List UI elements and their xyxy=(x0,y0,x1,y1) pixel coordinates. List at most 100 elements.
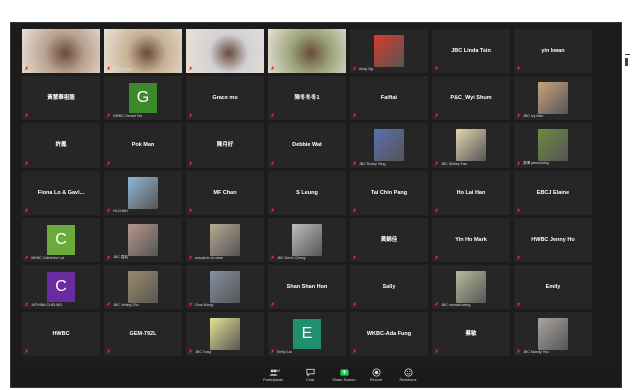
participant-tile[interactable]: 黃慧華祖龍 xyxy=(22,76,100,121)
participant-tile[interactable] xyxy=(186,29,264,74)
reactions-button[interactable]: Reactions xyxy=(393,368,423,382)
participant-tile[interactable]: 陳月好 xyxy=(186,123,264,168)
participant-label: BRT Leung xyxy=(113,67,132,72)
participant-tile[interactable]: C WKBC Catherine Lai xyxy=(22,217,100,262)
participant-tile[interactable]: Tai Chin Pang xyxy=(350,170,428,215)
participant-tile[interactable]: P&C_Wyi Shum xyxy=(432,76,510,121)
participant-label: HWBC Gerald Tse xyxy=(113,114,143,119)
participant-tile[interactable]: Pok Man xyxy=(104,123,182,168)
participant-tile[interactable]: GEM-792L xyxy=(104,312,182,357)
participant-name: Faiftai xyxy=(380,95,398,102)
participant-tile[interactable]: Andy Ng xyxy=(350,29,428,74)
chat-label: Chat xyxy=(305,378,315,382)
participant-tile[interactable]: Grace mo xyxy=(186,76,264,121)
participants-label: Participants xyxy=(263,378,283,382)
participant-name: HWBC xyxy=(52,331,70,338)
participant-tile[interactable]: JBC Mandy Yeo xyxy=(514,312,592,357)
muted-mic-icon xyxy=(434,160,439,166)
muted-mic-icon xyxy=(106,302,111,307)
avatar-initial: C xyxy=(47,224,75,255)
participant-tile[interactable]: HLCHAN xyxy=(104,170,182,215)
participant-tile[interactable]: 蔡敏 xyxy=(432,312,510,357)
profile-picture xyxy=(456,271,486,304)
avatar-initial: G xyxy=(129,83,157,114)
muted-mic-icon xyxy=(434,66,439,71)
participant-tile[interactable]: JBC Kevin Cheng xyxy=(268,217,346,262)
participant-tile[interactable]: JBC Jerling Zhu xyxy=(104,264,182,310)
muted-mic-icon xyxy=(352,160,357,166)
muted-mic-icon xyxy=(270,302,275,307)
video-feed xyxy=(186,29,264,74)
muted-mic-icon xyxy=(188,160,193,166)
participant-tile[interactable]: Shan Shan Hon xyxy=(268,264,346,310)
participant-tile[interactable]: Fiona Lo & Gavl... xyxy=(22,170,100,215)
profile-picture xyxy=(538,129,568,162)
profile-picture xyxy=(538,82,568,115)
participant-tile[interactable]: JBC Ivy Man xyxy=(514,76,592,121)
participant-tile[interactable]: Sally xyxy=(350,264,428,310)
participant-tile[interactable]: Debbie Wat xyxy=(268,123,346,168)
muted-mic-icon xyxy=(270,160,275,166)
participant-tile[interactable]: WKBC-Ada Fung xyxy=(350,312,428,357)
participant-tile[interactable]: 許鳳 xyxy=(22,123,100,168)
profile-picture xyxy=(292,223,322,256)
participant-label: Emily Lai xyxy=(277,350,292,355)
participant-tile[interactable]: JBC Shirley Pau xyxy=(432,123,510,168)
participant-name: S Leung xyxy=(296,189,318,196)
participant-tile[interactable] xyxy=(268,29,346,74)
muted-mic-icon xyxy=(188,208,193,213)
participant-tile[interactable]: JBC hannah wang xyxy=(432,264,510,310)
muted-mic-icon xyxy=(516,160,521,166)
participant-name: 黃慧華祖龍 xyxy=(47,95,75,102)
participant-name: Debbie Wat xyxy=(292,142,322,149)
participant-tile[interactable]: HWBC xyxy=(22,312,100,357)
participant-tile[interactable]: JBC Linda Tsin xyxy=(432,29,510,74)
chat-button[interactable]: Chat xyxy=(295,368,325,382)
participant-tile[interactable]: wouda le oh chan xyxy=(186,217,264,262)
participant-name: 陳冬冬冬1 xyxy=(294,95,320,102)
participant-name: Tai Chin Pang xyxy=(370,189,408,196)
participant-tile[interactable]: Emily xyxy=(514,264,592,310)
participant-label: wouda le oh chan xyxy=(195,255,224,260)
participant-tile[interactable]: S Leung xyxy=(268,170,346,215)
participant-tile[interactable]: EBCJ Elaine xyxy=(514,170,592,215)
participant-tile[interactable]: yin kwan xyxy=(514,29,592,74)
participant-name: Fiona Lo & Gavl... xyxy=(37,189,85,196)
record-button[interactable]: Record xyxy=(361,368,391,382)
participant-label: JBC Ivy Man xyxy=(523,114,544,119)
participant-tile[interactable]: HWBC Jenny Ho xyxy=(514,217,592,262)
participant-tile[interactable]: Gina Wong xyxy=(186,264,264,310)
share-screen-button[interactable]: Share Screen xyxy=(329,368,359,382)
profile-picture xyxy=(210,318,240,351)
participants-button[interactable]: 49 Participants xyxy=(258,368,288,382)
participant-tile[interactable]: Yin Ho Mark xyxy=(432,217,510,262)
participant-tile[interactable]: BRT Leung xyxy=(104,29,182,74)
participant-name: Emily xyxy=(545,284,561,290)
muted-mic-icon xyxy=(352,66,357,71)
muted-mic-icon xyxy=(24,208,29,213)
participant-tile[interactable]: 陳冬冬冬1 xyxy=(268,76,346,121)
muted-mic-icon xyxy=(352,255,357,260)
participant-tile[interactable] xyxy=(22,29,100,74)
participant-tile[interactable]: C JATHINA CHEUNG xyxy=(22,264,100,310)
muted-mic-icon xyxy=(188,302,193,307)
muted-mic-icon xyxy=(270,255,275,260)
muted-mic-icon xyxy=(352,302,357,307)
participant-tile[interactable]: Ho Lai Han xyxy=(432,170,510,215)
participant-name: yin kwan xyxy=(541,48,565,55)
participant-tile[interactable]: 黃錦佳 xyxy=(350,217,428,262)
participant-tile[interactable]: E Emily Lai xyxy=(268,312,346,357)
muted-mic-icon xyxy=(434,349,439,354)
participant-tile[interactable]: JBC 嘉凱 xyxy=(104,217,182,262)
participant-name: Sally xyxy=(382,284,396,290)
participant-tile[interactable]: G HWBC Gerald Tse xyxy=(104,76,182,121)
muted-mic-icon xyxy=(24,113,29,119)
participant-name: Shan Shan Hon xyxy=(286,284,328,290)
participant-name: Yin Ho Mark xyxy=(455,236,487,243)
muted-mic-icon xyxy=(106,255,111,260)
participant-tile[interactable]: JBC Rocky Tang xyxy=(350,123,428,168)
participant-tile[interactable]: JBC Tung xyxy=(186,312,264,357)
participant-tile[interactable]: Faiftai xyxy=(350,76,428,121)
participant-tile[interactable]: MF Chan xyxy=(186,170,264,215)
participant-tile[interactable]: 張澤 jamcoming xyxy=(514,123,592,168)
